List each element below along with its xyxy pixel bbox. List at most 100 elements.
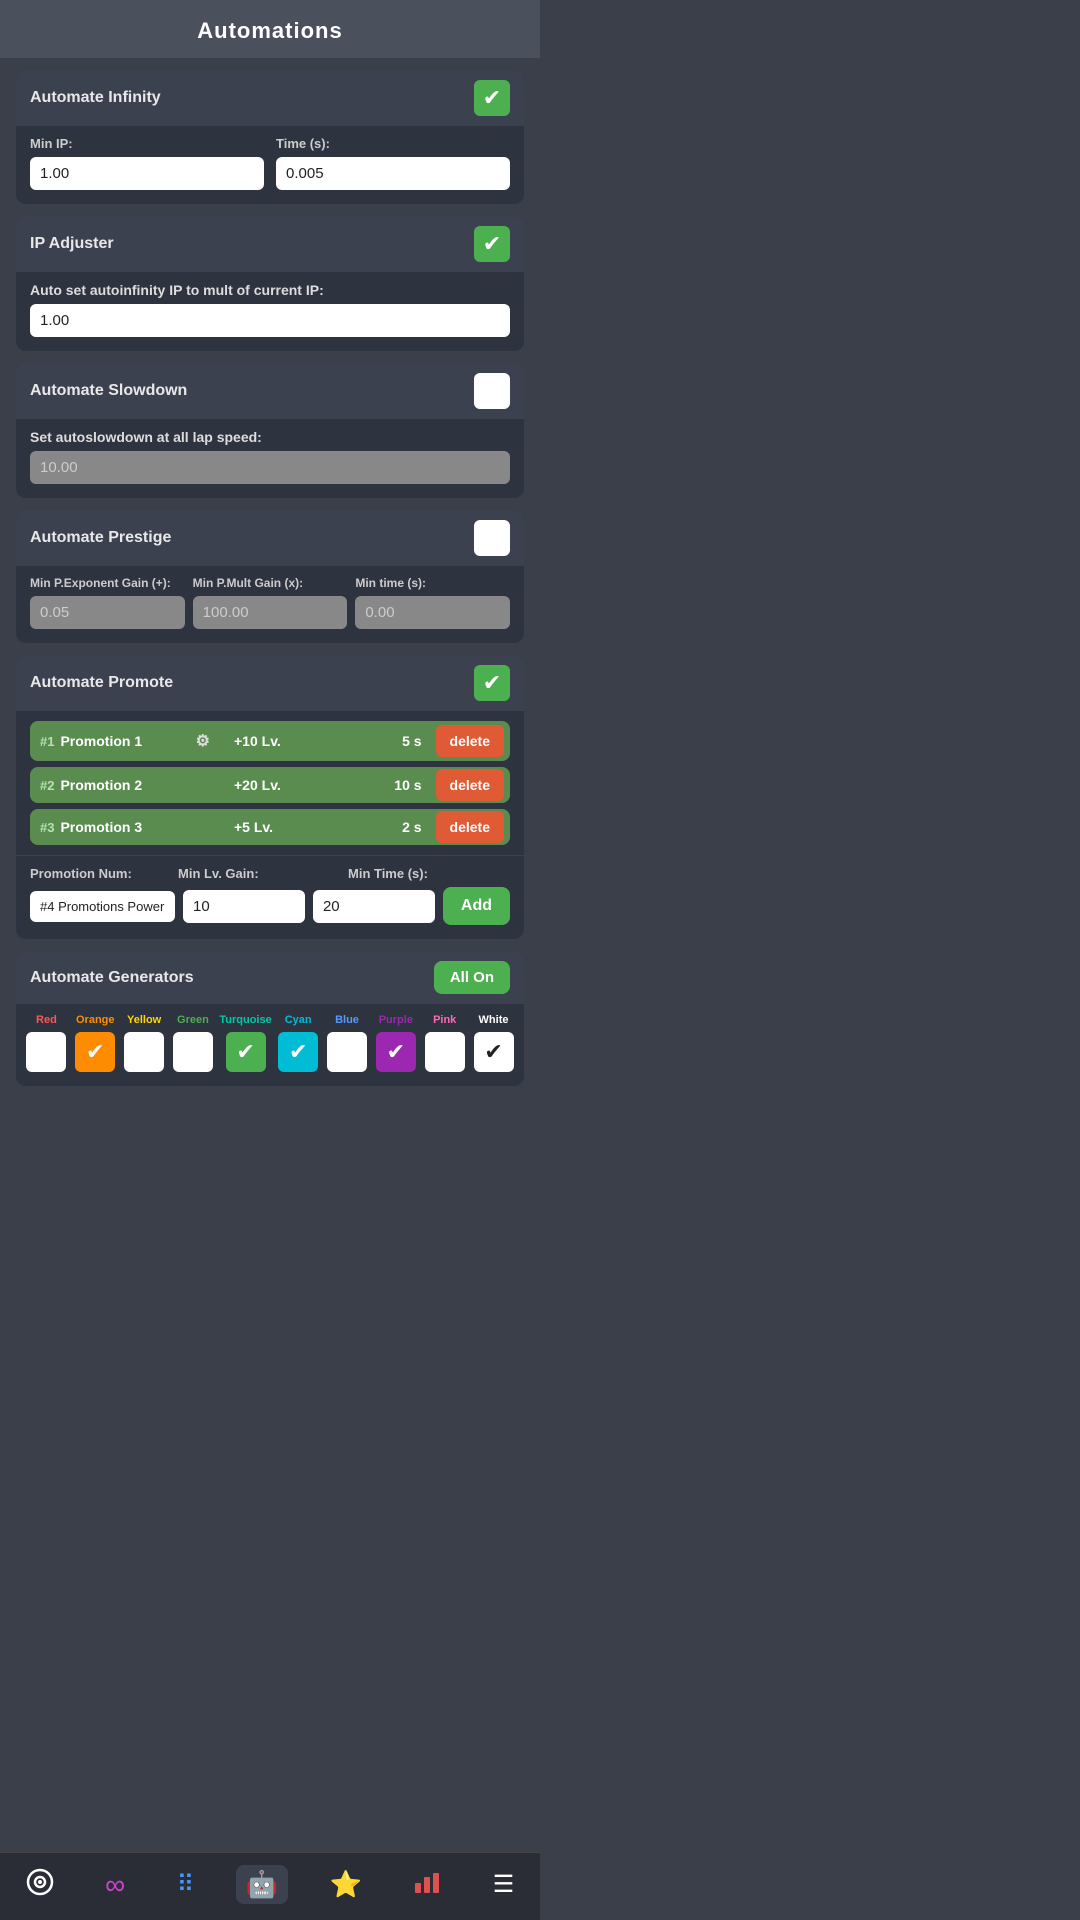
dots-icon: ⠿ (177, 1870, 195, 1899)
automate-slowdown-toggle[interactable] (474, 373, 510, 409)
time-label: Time (s): (276, 136, 510, 151)
automate-infinity-inputs (30, 157, 510, 190)
delete-btn-3[interactable]: delete (436, 811, 504, 843)
table-row: #1 Promotion 1 ⚙ +10 Lv. 5 s delete (30, 721, 510, 761)
promotion-list-container: #1 Promotion 1 ⚙ +10 Lv. 5 s delete #2 P… (16, 711, 524, 845)
automate-slowdown-input (30, 451, 510, 484)
min-time-input[interactable] (313, 890, 435, 923)
all-on-button[interactable]: All On (434, 961, 510, 994)
generator-colors-row: Red ✔ Orange ✔ Yellow ✔ Green ✔ Turquois… (16, 1004, 524, 1086)
prestige-label-2: Min P.Mult Gain (x): (193, 576, 348, 590)
gen-label-red: Red (36, 1014, 57, 1026)
promo-num-2: #2 (40, 778, 54, 793)
ip-adjuster-body: Auto set autoinfinity IP to mult of curr… (16, 272, 524, 351)
prestige-input-2 (193, 596, 348, 629)
delete-btn-1[interactable]: delete (436, 725, 504, 757)
promo-stats-1: +10 Lv. 5 s (226, 723, 430, 759)
ip-adjuster-input[interactable] (30, 304, 510, 337)
gen-col-red: Red ✔ (24, 1014, 69, 1072)
ip-adjuster-toggle[interactable]: ✔ (474, 226, 510, 262)
nav-item-chart[interactable] (403, 1863, 451, 1906)
promo-stats-3: +5 Lv. 2 s (226, 809, 430, 845)
gen-checkbox-purple[interactable]: ✔ (376, 1032, 416, 1072)
gen-checkbox-yellow[interactable]: ✔ (124, 1032, 164, 1072)
promo-lv-3: +5 Lv. (234, 819, 273, 835)
add-promotion-button[interactable]: Add (443, 887, 510, 925)
menu-icon: ☰ (493, 1870, 515, 1899)
gen-col-purple: Purple ✔ (373, 1014, 418, 1072)
gen-col-turquoise: Turquoise ✔ (219, 1014, 271, 1072)
automate-promote-header: Automate Promote ✔ (16, 655, 524, 711)
gen-checkbox-green[interactable]: ✔ (173, 1032, 213, 1072)
gen-checkbox-white[interactable]: ✔ (474, 1032, 514, 1072)
gen-col-orange: Orange ✔ (73, 1014, 118, 1072)
add-min-time-label: Min Time (s): (348, 866, 510, 881)
ip-adjuster-label: Auto set autoinfinity IP to mult of curr… (30, 282, 510, 298)
prestige-input-1 (30, 596, 185, 629)
nav-item-infinity[interactable]: ∞ (95, 1865, 135, 1905)
automate-prestige-toggle[interactable] (474, 520, 510, 556)
promo-name-2: Promotion 2 (60, 777, 142, 793)
nav-item-star[interactable]: ⭐ (319, 1865, 371, 1904)
promo-time-2: 10 s (394, 777, 421, 793)
delete-btn-2[interactable]: delete (436, 769, 504, 801)
gen-label-turquoise: Turquoise (219, 1014, 271, 1026)
automate-infinity-body: Min IP: Time (s): (16, 126, 524, 204)
gen-checkbox-pink[interactable]: ✔ (425, 1032, 465, 1072)
promo-name-1: Promotion 1 (60, 733, 142, 749)
prestige-label-1: Min P.Exponent Gain (+): (30, 576, 185, 590)
automate-prestige-header: Automate Prestige (16, 510, 524, 566)
automate-slowdown-label: Set autoslowdown at all lap speed: (30, 429, 510, 445)
time-input[interactable] (276, 157, 510, 190)
gen-checkbox-cyan[interactable]: ✔ (278, 1032, 318, 1072)
gen-col-blue: Blue ✔ (325, 1014, 370, 1072)
promo-name-cell-1: #1 Promotion 1 ⚙ (30, 721, 220, 761)
ip-adjuster-header: IP Adjuster ✔ (16, 216, 524, 272)
automate-generators-card: Automate Generators All On Red ✔ Orange … (16, 951, 524, 1086)
gen-checkbox-red[interactable]: ✔ (26, 1032, 66, 1072)
prestige-labels: Min P.Exponent Gain (+): Min P.Mult Gain… (30, 576, 510, 590)
gen-col-yellow: Yellow ✔ (122, 1014, 167, 1072)
promo-name-cell-2: #2 Promotion 2 (30, 767, 220, 803)
promo-name-cell-3: #3 Promotion 3 (30, 809, 220, 845)
promo-name-3: Promotion 3 (60, 819, 142, 835)
automate-infinity-toggle[interactable]: ✔ (474, 80, 510, 116)
automate-promote-toggle[interactable]: ✔ (474, 665, 510, 701)
automate-prestige-body: Min P.Exponent Gain (+): Min P.Mult Gain… (16, 566, 524, 643)
page-header: Automations (0, 0, 540, 58)
nav-item-menu[interactable]: ☰ (483, 1866, 525, 1903)
gen-checkbox-orange[interactable]: ✔ (75, 1032, 115, 1072)
promo-lv-2: +20 Lv. (234, 777, 281, 793)
automate-infinity-card: Automate Infinity ✔ Min IP: Time (s): (16, 70, 524, 204)
gen-checkbox-blue[interactable]: ✔ (327, 1032, 367, 1072)
main-content: Automate Infinity ✔ Min IP: Time (s): IP… (0, 58, 540, 1186)
star-icon: ⭐ (329, 1869, 361, 1900)
nav-item-dots[interactable]: ⠿ (167, 1866, 205, 1903)
automate-slowdown-body: Set autoslowdown at all lap speed: (16, 419, 524, 498)
ip-adjuster-card: IP Adjuster ✔ Auto set autoinfinity IP t… (16, 216, 524, 351)
prestige-label-3: Min time (s): (355, 576, 510, 590)
gen-label-yellow: Yellow (127, 1014, 161, 1026)
automate-infinity-labels: Min IP: Time (s): (30, 136, 510, 151)
gear-icon-1[interactable]: ⚙ (196, 731, 210, 751)
promo-time-1: 5 s (402, 733, 421, 749)
automate-generators-header: Automate Generators All On (16, 951, 524, 1004)
gen-col-pink: Pink ✔ (422, 1014, 467, 1072)
add-promo-labels: Promotion Num: Min Lv. Gain: Min Time (s… (30, 866, 510, 881)
infinity-icon: ∞ (105, 1869, 125, 1901)
promo-num-select[interactable]: #4 Promotions Power (30, 891, 175, 922)
prestige-inputs (30, 596, 510, 629)
gen-label-purple: Purple (379, 1014, 413, 1026)
gen-label-pink: Pink (433, 1014, 456, 1026)
promo-num-3: #3 (40, 820, 54, 835)
nav-item-target[interactable] (16, 1864, 64, 1906)
automate-prestige-title: Automate Prestige (30, 529, 171, 547)
table-row: #3 Promotion 3 +5 Lv. 2 s delete (30, 809, 510, 845)
gen-checkbox-turquoise[interactable]: ✔ (226, 1032, 266, 1072)
min-lv-input[interactable] (183, 890, 305, 923)
min-ip-input[interactable] (30, 157, 264, 190)
gen-label-blue: Blue (335, 1014, 359, 1026)
nav-item-robot[interactable]: 🤖 (236, 1865, 288, 1904)
promo-lv-1: +10 Lv. (234, 733, 281, 749)
automate-slowdown-card: Automate Slowdown Set autoslowdown at al… (16, 363, 524, 498)
